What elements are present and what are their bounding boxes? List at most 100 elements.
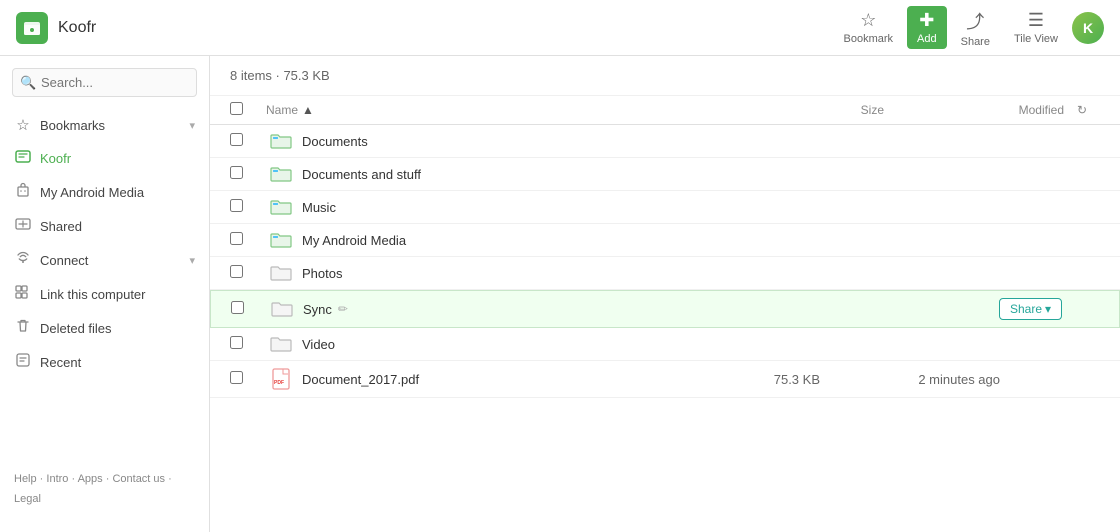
file-name: Documents [302, 134, 368, 149]
file-name-cell: My Android Media [302, 233, 700, 248]
android-icon [14, 182, 32, 202]
tile-view-icon: ☰ [1028, 10, 1044, 31]
footer-link-help[interactable]: Help [14, 473, 37, 485]
file-name-cell: Music [302, 200, 700, 215]
folder-icon [266, 165, 296, 183]
sidebar: 🔍 ☆ Bookmarks ▾ Koofr My Android Media [0, 56, 210, 532]
deleted-icon [14, 318, 32, 338]
footer-link-legal[interactable]: Legal [14, 493, 41, 505]
footer-link-contact[interactable]: Contact us [112, 473, 165, 485]
chevron-icon: ▾ [189, 254, 195, 267]
share-chevron-icon: ▾ [1045, 302, 1051, 316]
share-btn-label: Share [1010, 302, 1042, 316]
file-row[interactable]: My Android Media [210, 224, 1120, 257]
share-dropdown-button[interactable]: Share ▾ [999, 298, 1062, 320]
file-name-cell: Documents and stuff [302, 167, 700, 182]
file-row[interactable]: Music [210, 191, 1120, 224]
file-table: Name ▲ Size Modified ↻ Document [210, 96, 1120, 532]
row-checkbox [231, 301, 267, 317]
sidebar-item-label: Deleted files [40, 321, 195, 336]
file-actions: Share ▾ [999, 298, 1099, 320]
file-row-pdf[interactable]: PDF Document_2017.pdf 75.3 KB 2 minutes … [210, 361, 1120, 398]
item-count: 8 items · 75.3 KB [230, 68, 330, 83]
link-computer-icon [14, 284, 32, 304]
app-logo-icon [16, 12, 48, 44]
footer-link-apps[interactable]: Apps [78, 473, 103, 485]
topbar-actions: ☆ Bookmark ✚ Add ⤴ Share ☰ Tile View K [834, 4, 1105, 52]
file-checkbox-input[interactable] [230, 133, 243, 146]
share-icon: ⤴ [966, 8, 984, 34]
topbar: Koofr ☆ Bookmark ✚ Add ⤴ Share ☰ Tile Vi… [0, 0, 1120, 56]
header-size-col[interactable]: Size [764, 103, 884, 117]
file-row[interactable]: Video [210, 328, 1120, 361]
file-size: 75.3 KB [700, 372, 820, 387]
folder-icon [266, 335, 296, 353]
koofr-icon [14, 148, 32, 168]
main-layout: 🔍 ☆ Bookmarks ▾ Koofr My Android Media [0, 56, 1120, 532]
pdf-icon: PDF [266, 368, 296, 390]
file-checkbox-input[interactable] [230, 166, 243, 179]
row-checkbox [230, 371, 266, 387]
name-column-label: Name [266, 103, 298, 117]
svg-text:PDF: PDF [274, 380, 284, 386]
search-input[interactable] [12, 68, 197, 97]
sidebar-footer: Help · Intro · Apps · Contact us · Legal [0, 460, 209, 520]
chevron-icon: ▾ [189, 119, 195, 132]
avatar[interactable]: K [1072, 12, 1104, 44]
edit-icon[interactable]: ✏ [338, 302, 348, 316]
sidebar-item-recent[interactable]: Recent [0, 345, 209, 379]
file-name: Sync [303, 302, 332, 317]
file-name: Document_2017.pdf [302, 372, 419, 387]
file-checkbox-input[interactable] [231, 301, 244, 314]
search-icon: 🔍 [20, 75, 36, 91]
row-checkbox [230, 336, 266, 352]
search-box: 🔍 [12, 68, 197, 97]
file-name-cell: Video [302, 337, 700, 352]
refresh-button[interactable]: ↻ [1064, 103, 1100, 117]
file-row[interactable]: Documents and stuff [210, 158, 1120, 191]
file-checkbox-input[interactable] [230, 371, 243, 384]
sidebar-item-connect[interactable]: Connect ▾ [0, 243, 209, 277]
app-title: Koofr [58, 19, 96, 37]
footer-link-intro[interactable]: Intro [46, 473, 68, 485]
header-name-col[interactable]: Name ▲ [266, 103, 764, 117]
sidebar-item-android[interactable]: My Android Media [0, 175, 209, 209]
sidebar-item-link-computer[interactable]: Link this computer [0, 277, 209, 311]
share-label: Share [961, 36, 990, 48]
file-name: Music [302, 200, 336, 215]
sidebar-item-bookmarks[interactable]: ☆ Bookmarks ▾ [0, 109, 209, 141]
bookmark-button[interactable]: ☆ Bookmark [834, 6, 904, 49]
content-area: 8 items · 75.3 KB Name ▲ Size Modified ↻ [210, 56, 1120, 532]
sidebar-item-deleted[interactable]: Deleted files [0, 311, 209, 345]
sidebar-item-koofr[interactable]: Koofr [0, 141, 209, 175]
file-name: Photos [302, 266, 342, 281]
sidebar-item-label: Link this computer [40, 287, 195, 302]
add-button[interactable]: ✚ Add [907, 6, 947, 49]
add-label: Add [917, 33, 937, 45]
logo-area: Koofr [16, 12, 216, 44]
select-all-checkbox[interactable] [230, 102, 243, 115]
file-checkbox-input[interactable] [230, 336, 243, 349]
file-checkbox-input[interactable] [230, 232, 243, 245]
tile-view-button[interactable]: ☰ Tile View [1004, 6, 1068, 49]
folder-icon [266, 264, 296, 282]
sidebar-item-label: Recent [40, 355, 195, 370]
sidebar-item-shared[interactable]: Shared [0, 209, 209, 243]
file-row-sync[interactable]: Sync ✏ Share ▾ [210, 290, 1120, 328]
file-name-cell: Photos [302, 266, 700, 281]
add-icon: ✚ [919, 10, 934, 31]
shared-icon [14, 216, 32, 236]
row-checkbox [230, 133, 266, 149]
sidebar-item-label: Bookmarks [40, 118, 181, 133]
share-button[interactable]: ⤴ Share [951, 4, 1000, 52]
bookmark-label: Bookmark [844, 33, 894, 45]
row-checkbox [230, 265, 266, 281]
file-row[interactable]: Photos [210, 257, 1120, 290]
file-checkbox-input[interactable] [230, 199, 243, 212]
header-modified-col[interactable]: Modified [884, 103, 1064, 117]
folder-icon [266, 132, 296, 150]
file-name-cell: Documents [302, 134, 700, 149]
file-row[interactable]: Documents [210, 125, 1120, 158]
file-checkbox-input[interactable] [230, 265, 243, 278]
file-name: Video [302, 337, 335, 352]
